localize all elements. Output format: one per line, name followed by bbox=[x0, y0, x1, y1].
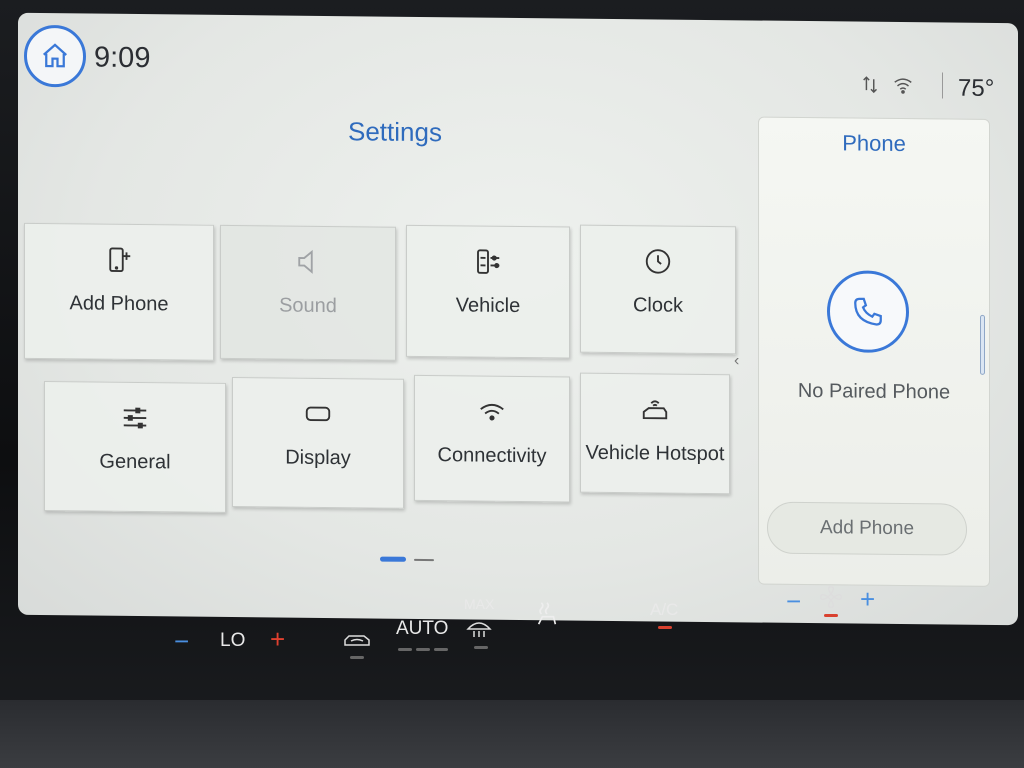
tile-sound[interactable]: Sound bbox=[220, 224, 396, 361]
speaker-icon bbox=[298, 249, 313, 274]
tile-clock[interactable]: Clock bbox=[580, 224, 736, 355]
outside-temperature: 75° bbox=[958, 74, 995, 102]
phone-panel: Phone No Paired Phone Add Phone bbox=[758, 116, 990, 587]
add-phone-button[interactable]: Add Phone bbox=[767, 501, 967, 556]
tile-vehicle[interactable]: Vehicle bbox=[406, 224, 570, 359]
status-icons bbox=[860, 74, 914, 97]
clock-icon bbox=[645, 249, 671, 274]
auto-indicator bbox=[416, 648, 430, 651]
phone-button[interactable] bbox=[827, 270, 909, 354]
home-icon bbox=[43, 43, 67, 68]
vehicle-settings-icon bbox=[477, 249, 500, 274]
page-dot[interactable] bbox=[414, 558, 434, 561]
phone-panel-title: Phone bbox=[842, 130, 906, 157]
defrost-icon bbox=[466, 622, 492, 637]
ac-button[interactable]: A/C bbox=[650, 600, 678, 620]
auto-indicator bbox=[434, 648, 448, 651]
infotainment-screen: 9:09 75° Settings Add Phone Sound Vehicl… bbox=[18, 12, 1018, 626]
tile-label: Add Phone bbox=[69, 292, 169, 316]
tile-label: Clock bbox=[632, 294, 683, 317]
clock-time: 9:09 bbox=[94, 41, 151, 75]
auto-indicator bbox=[398, 648, 412, 651]
recirculation-button[interactable] bbox=[342, 626, 372, 658]
tile-label: Vehicle bbox=[455, 294, 521, 318]
tile-label: Connectivity bbox=[437, 444, 547, 468]
wifi-icon bbox=[894, 78, 912, 94]
page-title: Settings bbox=[348, 116, 442, 148]
tile-label: Display bbox=[285, 446, 351, 470]
fan-speed-label: LO bbox=[220, 630, 246, 651]
hotspot-icon bbox=[642, 400, 668, 420]
fan-decrease-button[interactable]: − bbox=[786, 586, 801, 617]
chevron-left-icon[interactable]: ‹ bbox=[734, 352, 739, 370]
climate-controls: − LO + AUTO MAX A/C − + bbox=[126, 584, 896, 676]
max-defrost-label: MAX bbox=[464, 596, 495, 612]
fan-increase-button[interactable]: + bbox=[860, 584, 875, 615]
fan-indicator bbox=[824, 614, 838, 617]
temp-increase-button[interactable]: + bbox=[270, 624, 285, 655]
wifi-icon bbox=[480, 403, 504, 421]
tile-add-phone[interactable]: Add Phone bbox=[24, 222, 214, 361]
heated-seat-button[interactable] bbox=[532, 600, 562, 632]
sliders-icon bbox=[123, 407, 147, 429]
display-icon bbox=[305, 406, 331, 422]
tile-label: Sound bbox=[279, 294, 337, 318]
tile-general[interactable]: General bbox=[44, 381, 226, 513]
page-indicator bbox=[380, 556, 434, 563]
car-recirculation-icon bbox=[344, 635, 370, 646]
recirculation-indicator bbox=[350, 656, 364, 659]
panel-scrollbar[interactable] bbox=[980, 314, 985, 375]
auto-button[interactable]: AUTO bbox=[396, 618, 448, 640]
tile-vehicle-hotspot[interactable]: Vehicle Hotspot bbox=[580, 372, 730, 495]
fan-speed-button[interactable] bbox=[816, 584, 846, 616]
heated-seat-icon bbox=[537, 602, 557, 625]
tile-label: General bbox=[99, 450, 171, 474]
page-dot-active bbox=[380, 556, 406, 562]
tile-display[interactable]: Display bbox=[232, 377, 404, 509]
tile-connectivity[interactable]: Connectivity bbox=[414, 374, 570, 503]
tile-label: Vehicle Hotspot bbox=[585, 441, 725, 466]
phone-icon bbox=[854, 297, 882, 326]
add-phone-icon bbox=[109, 247, 131, 273]
ac-indicator bbox=[658, 626, 672, 629]
status-divider bbox=[942, 72, 943, 99]
fan-icon bbox=[820, 586, 842, 608]
temp-decrease-button[interactable]: − bbox=[174, 626, 189, 657]
phone-status: No Paired Phone bbox=[797, 379, 951, 404]
max-defrost-indicator bbox=[474, 646, 488, 649]
max-defrost-button[interactable] bbox=[464, 614, 494, 646]
signal-arrows-icon bbox=[863, 76, 878, 94]
dashboard-trim bbox=[0, 700, 1024, 768]
home-button[interactable] bbox=[24, 24, 86, 88]
